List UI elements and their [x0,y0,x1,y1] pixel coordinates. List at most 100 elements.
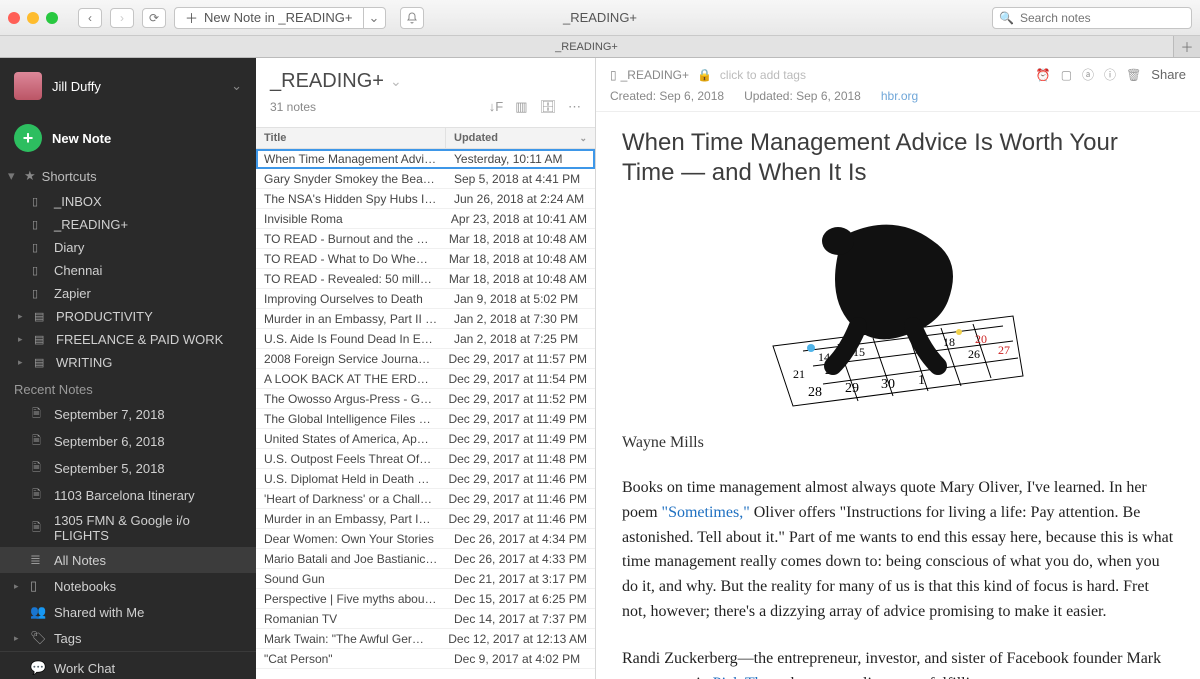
shortcut-chennai[interactable]: ▯Chennai [0,259,256,282]
note-body[interactable]: When Time Management Advice Is Worth You… [596,112,1200,679]
note-row[interactable]: "Cat Person"Dec 9, 2017 at 4:02 PM [256,649,595,669]
chat-icon: 💬 [30,660,46,676]
note-row-title: Mario Batali and Joe Bastianich… [256,552,446,566]
note-row-updated: Dec 26, 2017 at 4:33 PM [446,552,595,566]
shortcut-zapier[interactable]: ▯Zapier [0,282,256,305]
shortcuts-heading[interactable]: ▾ ★ Shortcuts [0,162,256,190]
present-icon[interactable]: ▢ [1061,68,1072,82]
reminder-icon[interactable]: ⏰ [1036,68,1051,82]
note-row[interactable]: A LOOK BACK AT THE ERDOS…Dec 29, 2017 at… [256,369,595,389]
caret-right-icon: ▸ [14,633,22,644]
note-row[interactable]: Gary Snyder Smokey the Bear S…Sep 5, 201… [256,169,595,189]
star-icon: ★ [24,168,36,184]
notebook-selector[interactable]: ▯_READING+ [610,68,689,82]
chevron-down-icon: ⌄ [579,133,587,144]
sidebar-new-note[interactable]: + New Note [0,114,256,162]
col-title[interactable]: Title [256,128,446,148]
sidebar-all-notes[interactable]: ≣All Notes [0,547,256,573]
note-row-updated: Apr 23, 2018 at 10:41 AM [443,212,595,226]
tag-icon: 🏷 [30,630,46,646]
article-paragraph: Books on time management almost always q… [622,476,1174,625]
note-row[interactable]: Murder in an Embassy, Part II - P…Jan 2,… [256,309,595,329]
note-row[interactable]: United States of America, Appell…Dec 29,… [256,429,595,449]
view-toggle-button[interactable]: ▥ [515,99,527,115]
book-link[interactable]: Pick Three [713,675,782,679]
sort-button[interactable]: ↓F [489,99,503,115]
note-row[interactable]: When Time Management Advice…Yesterday, 1… [256,149,595,169]
shortcut-inbox[interactable]: ▯_INBOX [0,190,256,213]
new-tab-button[interactable]: ＋ [1174,36,1200,57]
sidebar-tags[interactable]: ▸🏷Tags [0,625,256,651]
sidebar-notebooks[interactable]: ▸▯Notebooks [0,573,256,599]
note-list-panel: _READING+ ⌄ 31 notes ↓F ▥ 🗄 ⋯ Title Upda… [256,58,596,679]
note-row[interactable]: Murder in an Embassy, Part I - "I…Dec 29… [256,509,595,529]
tag-input[interactable]: click to add tags [720,68,806,82]
note-row-updated: Jun 26, 2018 at 2:24 AM [446,192,595,206]
chevron-down-icon[interactable]: ⌄ [390,73,402,90]
note-row[interactable]: Perspective | Five myths about t…Dec 15,… [256,589,595,609]
recent-note[interactable]: 🗎September 5, 2018 [0,455,256,482]
shortcut-freelance[interactable]: ▸▤FREELANCE & PAID WORK [0,328,256,351]
note-row[interactable]: Improving Ourselves to DeathJan 9, 2018 … [256,289,595,309]
recent-note[interactable]: 🗎1103 Barcelona Itinerary [0,482,256,509]
col-updated[interactable]: Updated⌄ [446,128,595,148]
sidebar-workchat[interactable]: 💬Work Chat [0,651,256,679]
note-row-title: Murder in an Embassy, Part I - "I… [256,512,440,526]
trash-icon[interactable]: 🗑 [1126,68,1141,82]
note-row-title: A LOOK BACK AT THE ERDOS… [256,372,440,386]
note-row[interactable]: Dear Women: Own Your StoriesDec 26, 2017… [256,529,595,549]
note-row[interactable]: The NSA's Hidden Spy Hubs In E…Jun 26, 2… [256,189,595,209]
note-row[interactable]: TO READ - Burnout and the BrainMar 18, 2… [256,229,595,249]
note-row[interactable]: Mark Twain: "The Awful German…Dec 12, 20… [256,629,595,649]
svg-text:30: 30 [881,377,895,392]
note-row[interactable]: The Global Intelligence Files - Re…Dec 2… [256,409,595,429]
note-row[interactable]: 2008 Foreign Service Journal - E…Dec 29,… [256,349,595,369]
recent-note[interactable]: 🗎September 6, 2018 [0,428,256,455]
note-row[interactable]: Romanian TVDec 14, 2017 at 7:37 PM [256,609,595,629]
note-icon: 🗎 [32,432,46,451]
note-title[interactable]: When Time Management Advice Is Worth You… [622,128,1174,188]
note-row-updated: Mar 18, 2018 at 10:48 AM [441,272,595,286]
sidebar-new-note-label: New Note [52,131,111,146]
note-row[interactable]: TO READ - Revealed: 50 million…Mar 18, 2… [256,269,595,289]
lock-icon[interactable]: 🔒 [697,68,712,82]
note-row-title: Mark Twain: "The Awful German… [256,632,440,646]
caret-right-icon: ▸ [18,357,26,368]
note-row-title: When Time Management Advice… [256,152,446,166]
source-link[interactable]: hbr.org [881,89,918,103]
notebook-icon: ▯ [32,195,46,208]
sidebar-shared[interactable]: 👥Shared with Me [0,599,256,625]
stack-icon: ▤ [34,356,48,369]
note-row[interactable]: U.S. Outpost Feels Threat Of Bu…Dec 29, … [256,449,595,469]
shortcuts-label: Shortcuts [42,169,97,184]
shortcut-productivity[interactable]: ▸▤PRODUCTIVITY [0,305,256,328]
filter-button[interactable]: 🗄 [539,99,556,115]
recent-note[interactable]: 🗎1305 FMN & Google i/o FLIGHTS [0,509,256,547]
poem-link[interactable]: "Sometimes," [662,504,750,521]
note-row-updated: Dec 26, 2017 at 4:34 PM [446,532,595,546]
note-row[interactable]: Sound GunDec 21, 2017 at 3:17 PM [256,569,595,589]
note-metadata: Created: Sep 6, 2018 Updated: Sep 6, 201… [596,87,1200,112]
account-switcher[interactable]: Jill Duffy ⌄ [0,58,256,114]
svg-text:28: 28 [808,385,822,400]
recent-note[interactable]: 🗎September 7, 2018 [0,401,256,428]
shortcut-reading[interactable]: ▯_READING+ [0,213,256,236]
tab-reading[interactable]: _READING+ [0,36,1174,57]
notebook-icon: ▯ [32,241,46,254]
shortcut-writing[interactable]: ▸▤WRITING [0,351,256,374]
shared-icon: 👥 [30,604,46,620]
note-row[interactable]: TO READ - What to Do When W…Mar 18, 2018… [256,249,595,269]
note-row[interactable]: Mario Batali and Joe Bastianich…Dec 26, … [256,549,595,569]
updated-date: Updated: Sep 6, 2018 [744,89,861,103]
note-row[interactable]: U.S. Diplomat Held in Death Of E…Dec 29,… [256,469,595,489]
more-button[interactable]: ⋯ [568,99,581,115]
share-button[interactable]: Share [1151,67,1186,82]
shortcut-diary[interactable]: ▯Diary [0,236,256,259]
note-row[interactable]: U.S. Aide Is Found Dead In Emb…Jan 2, 20… [256,329,595,349]
note-row[interactable]: 'Heart of Darkness' or a Challen…Dec 29,… [256,489,595,509]
annotate-icon[interactable]: ⓐ [1082,66,1094,83]
note-row[interactable]: The Owosso Argus-Press - Goog…Dec 29, 20… [256,389,595,409]
note-row[interactable]: Invisible RomaApr 23, 2018 at 10:41 AM [256,209,595,229]
info-icon[interactable]: ⓘ [1104,66,1116,83]
notebook-icon: ▯ [32,287,46,300]
